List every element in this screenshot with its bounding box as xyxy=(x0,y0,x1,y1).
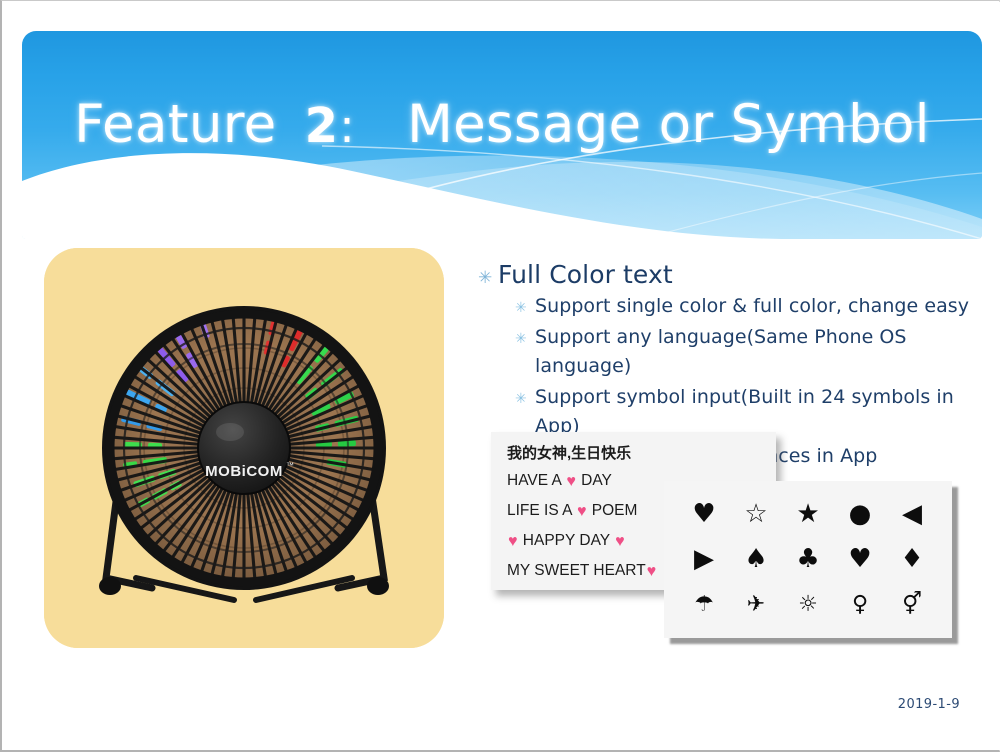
symbol-grid-panel: ♥ ☆ ★ ● ◀ ▶ ♠ ♣ ♥ ♦ ☂ ✈ ☼ ♀ ⚥ xyxy=(664,481,952,638)
spade-icon: ♠ xyxy=(744,544,768,575)
message-line-5: MY SWEET HEART♥ xyxy=(507,562,657,580)
heart-icon: ♥ xyxy=(576,503,587,520)
symbol-grid: ♥ ☆ ★ ● ◀ ▶ ♠ ♣ ♥ ♦ ☂ ✈ ☼ ♀ ⚥ xyxy=(678,491,938,628)
message-line-1: 我的女神,生日快乐 xyxy=(507,445,632,462)
title-prefix: Feature xyxy=(74,94,277,155)
title-number: 2 xyxy=(304,98,339,154)
product-photo-card: MOBiCOM ™ xyxy=(44,248,444,648)
led-fan-photo: MOBiCOM ™ xyxy=(44,248,444,648)
star-filled-icon: ★ xyxy=(796,498,820,529)
diamond-suit-icon: ♦ xyxy=(900,544,924,575)
triangle-left-icon: ◀ xyxy=(902,498,922,529)
message-line-4: ♥ HAPPY DAY ♥ xyxy=(508,532,625,550)
heart-icon: ♥ xyxy=(646,563,657,580)
fan-trademark-mark: ™ xyxy=(286,461,294,470)
asterisk-bullet-icon: ✳ xyxy=(515,330,527,347)
venus-icon: ♀ xyxy=(851,592,869,618)
sun-icon: ☼ xyxy=(798,592,818,618)
bullet-item-label: Support any language(Same Phone OS langu… xyxy=(535,325,907,377)
bullet-item-1: ✳ Support single color & full color, cha… xyxy=(515,292,978,321)
slide-header-banner: Feature 2: Message or Symbol xyxy=(22,31,982,239)
heart-icon: ♥ xyxy=(615,533,625,550)
heart-filled-icon: ♥ xyxy=(692,498,716,529)
heart-icon: ♥ xyxy=(566,473,576,490)
slide-frame: Feature 2: Message or Symbol MOBiCOM ™ ✳… xyxy=(0,0,1000,752)
bullet-item-2: ✳ Support any language(Same Phone OS lan… xyxy=(515,323,978,381)
airplane-icon: ✈ xyxy=(746,592,766,618)
triangle-right-icon: ▶ xyxy=(694,544,714,575)
message-line-2: HAVE A ♥ DAY xyxy=(507,472,612,490)
club-icon: ♣ xyxy=(796,544,820,575)
circle-filled-icon: ● xyxy=(848,498,872,529)
heart-icon: ♥ xyxy=(508,533,518,550)
page-title: Feature 2: Message or Symbol xyxy=(22,97,982,153)
slide-canvas: Feature 2: Message or Symbol MOBiCOM ™ ✳… xyxy=(4,2,1000,750)
mars-icon: ⚥ xyxy=(902,592,922,618)
title-colon: : xyxy=(339,99,356,153)
bullet-heading: ✳ Full Color text xyxy=(478,260,978,289)
star-outline-icon: ☆ xyxy=(744,498,768,529)
umbrella-icon: ☂ xyxy=(694,592,714,618)
message-line-3: LIFE IS A ♥ POEM xyxy=(507,502,638,520)
asterisk-bullet-icon: ✳ xyxy=(478,268,493,288)
heart-suit-icon: ♥ xyxy=(848,544,872,575)
title-subject: Message or Symbol xyxy=(407,94,930,155)
asterisk-bullet-icon: ✳ xyxy=(515,300,527,316)
bullet-heading-label: Full Color text xyxy=(498,260,673,289)
asterisk-bullet-icon: ✳ xyxy=(515,390,527,407)
slide-footer-date: 2019-1-9 xyxy=(897,697,960,712)
fan-brand-label: MOBiCOM xyxy=(205,463,283,480)
bullet-item-label: Support single color & full color, chang… xyxy=(535,295,970,317)
